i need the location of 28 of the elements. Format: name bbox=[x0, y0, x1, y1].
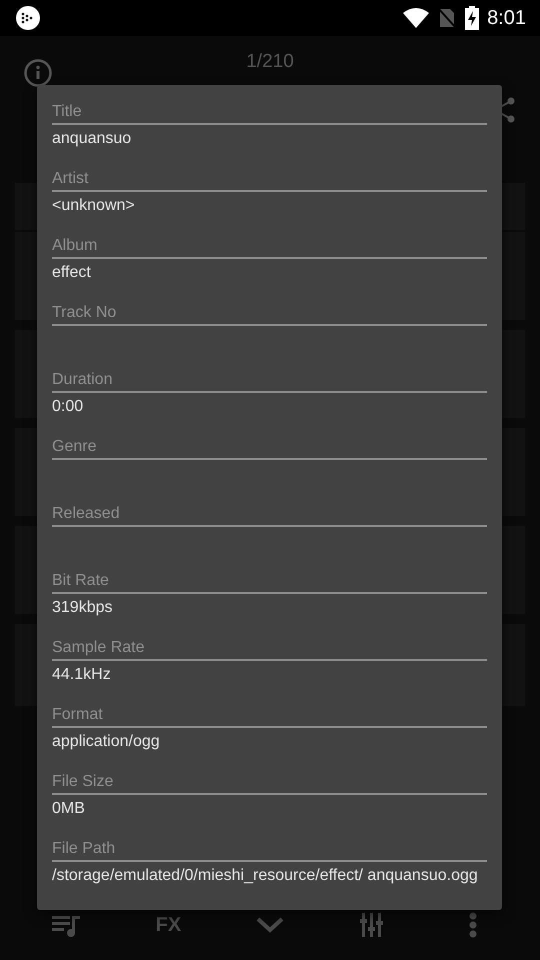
battery-charging-icon bbox=[465, 6, 480, 30]
field-label: Genre bbox=[52, 438, 96, 455]
app-notification-icon bbox=[16, 6, 40, 30]
info-icon[interactable] bbox=[24, 59, 52, 87]
field-label: Format bbox=[52, 706, 103, 723]
field-label: File Size bbox=[52, 773, 114, 790]
fx-button[interactable]: FX bbox=[148, 910, 188, 940]
track-counter: 1/210 bbox=[246, 51, 294, 72]
field-value: application/ogg bbox=[52, 733, 160, 750]
field-label: Album bbox=[52, 237, 98, 254]
field-value: 0MB bbox=[52, 800, 85, 817]
field-value: effect bbox=[52, 264, 91, 281]
wifi-icon bbox=[403, 8, 430, 28]
field-value: 319kbps bbox=[52, 599, 112, 616]
field-label: File Path bbox=[52, 840, 116, 857]
clock-time: 8:01 bbox=[487, 6, 526, 31]
field-value: anquansuo bbox=[52, 130, 132, 147]
field-value: <unknown> bbox=[52, 197, 135, 214]
field-label: Duration bbox=[52, 371, 112, 388]
field-label: Artist bbox=[52, 170, 88, 187]
field-label: Bit Rate bbox=[52, 572, 109, 589]
field-label: Released bbox=[52, 505, 120, 522]
field-label: Track No bbox=[52, 304, 116, 321]
field-label: Title bbox=[52, 103, 82, 120]
field-value: 0:00 bbox=[52, 398, 84, 415]
field-label: Sample Rate bbox=[52, 639, 144, 656]
field-value: 44.1kHz bbox=[52, 666, 111, 683]
field-value: /storage/emulated/0/mieshi_resource/effect/ anquansuo.ogg bbox=[52, 867, 478, 884]
